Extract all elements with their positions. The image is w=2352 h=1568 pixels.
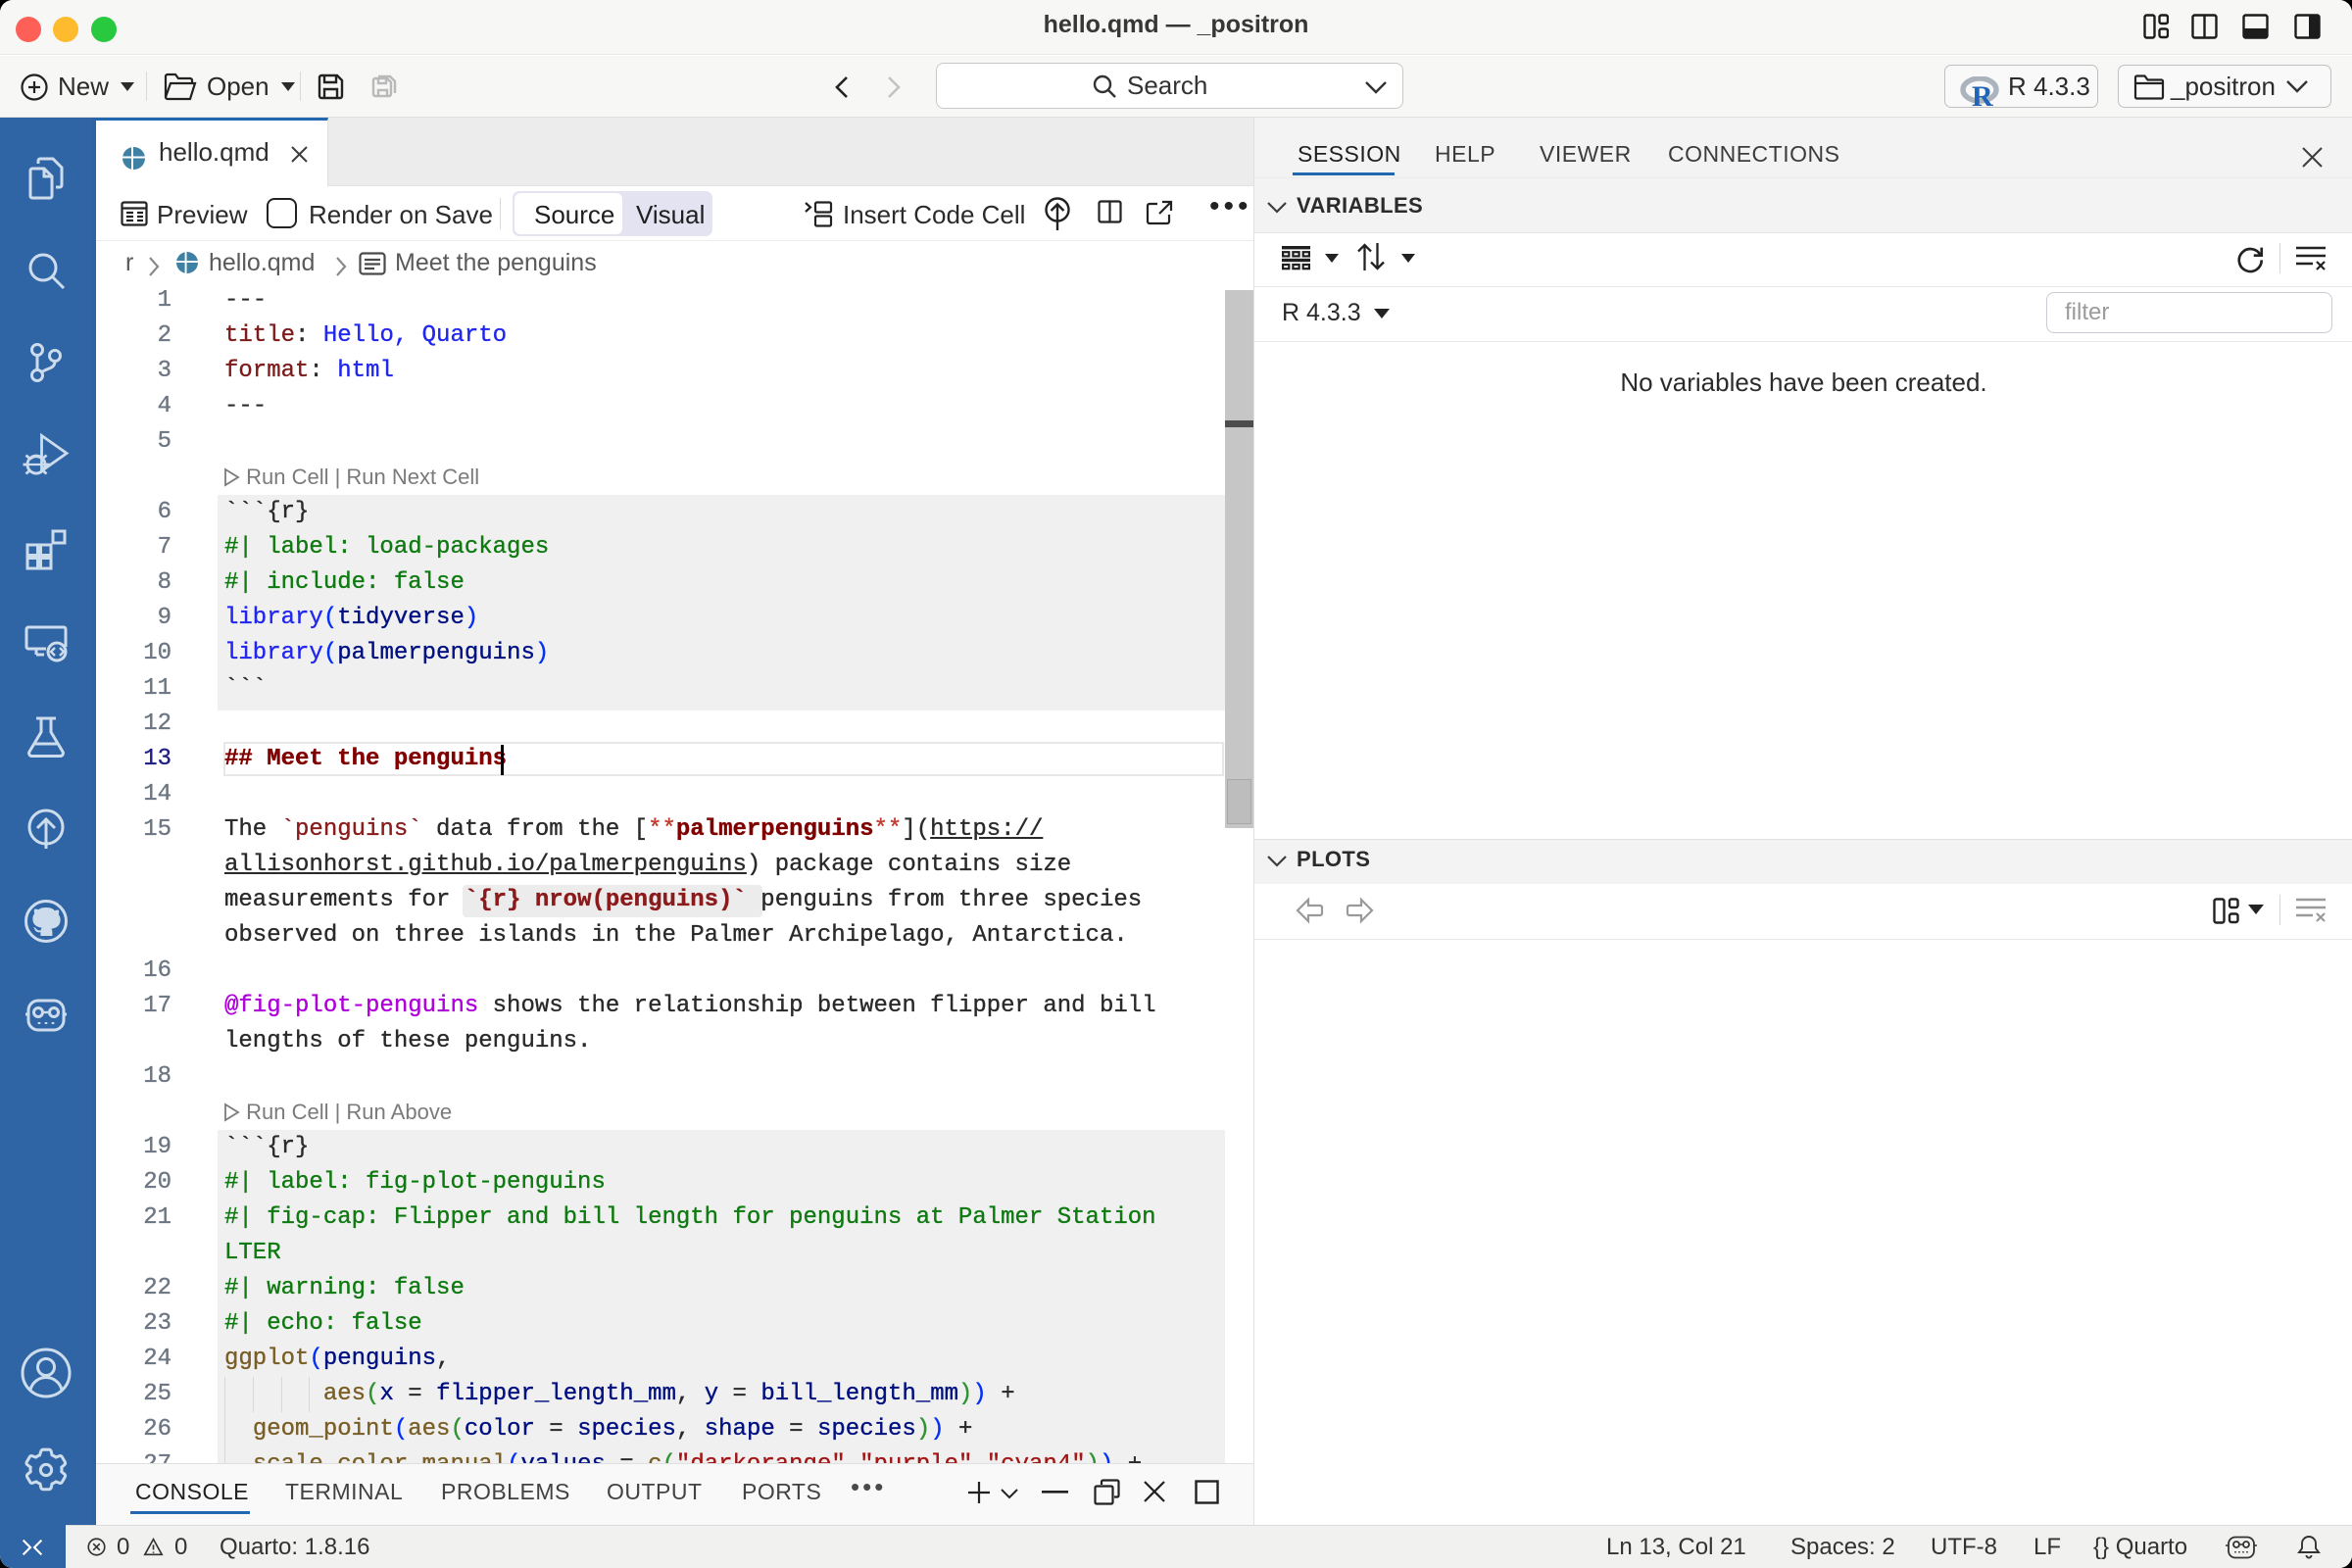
svg-text:R: R (1972, 80, 1993, 108)
